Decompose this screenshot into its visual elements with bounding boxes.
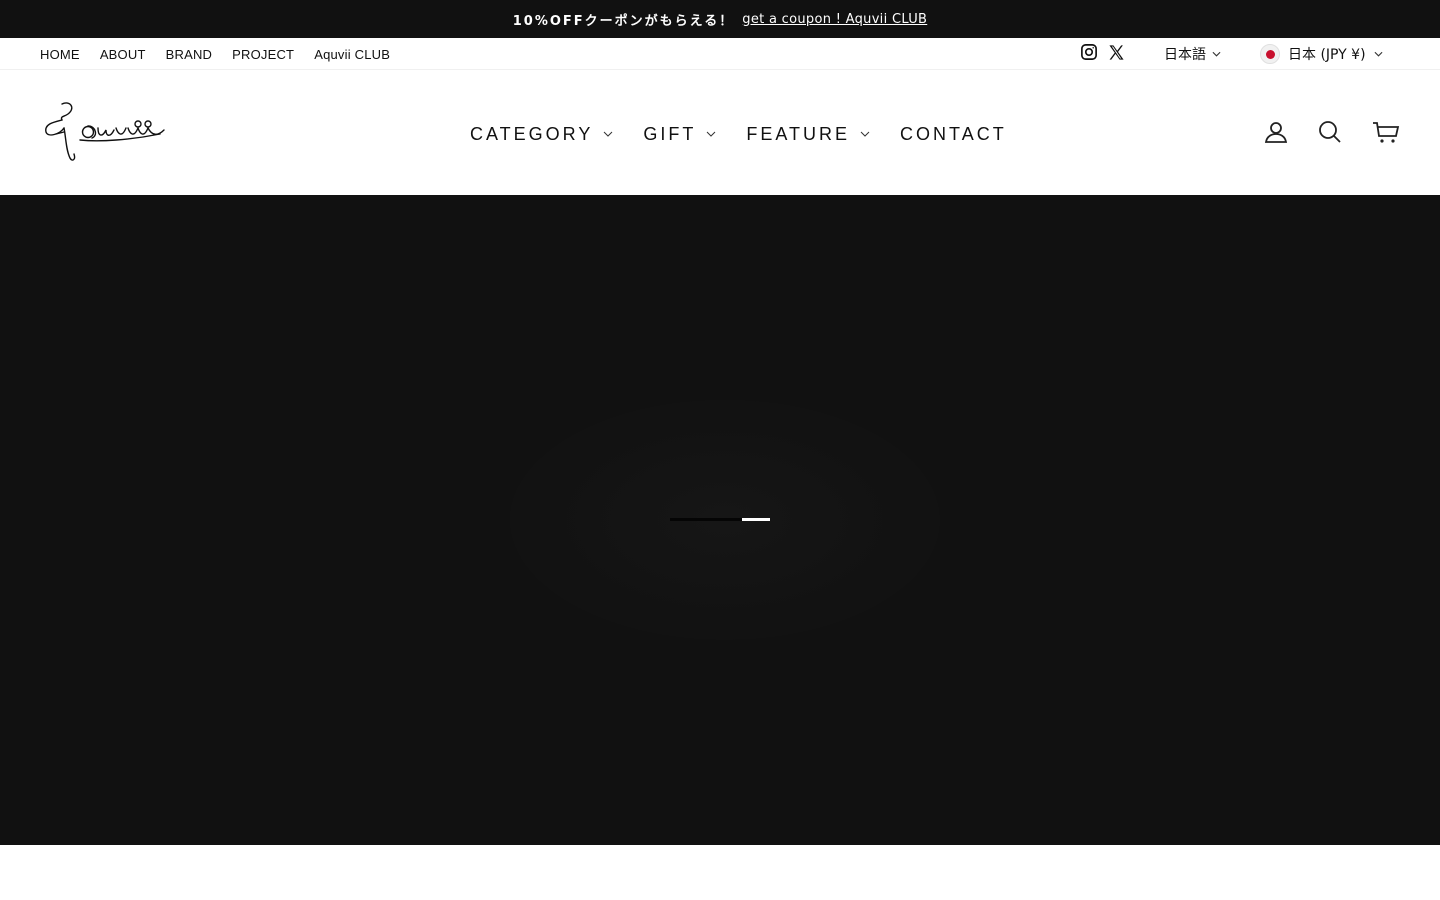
utility-link-home[interactable]: HOME <box>40 47 80 62</box>
loading-bar <box>742 518 770 521</box>
loading-indicator <box>670 518 770 521</box>
chevron-down-icon <box>604 131 613 137</box>
nav-gift-label: GIFT <box>643 123 697 144</box>
utility-link-aquvii-club[interactable]: Aquvii CLUB <box>314 47 390 62</box>
nav-contact[interactable]: CONTACT <box>900 124 1007 145</box>
currency-label: 日本 (JPY ¥) <box>1288 47 1366 63</box>
announcement-bar: 10%OFFクーポンがもらえる！ get a coupon ! Aquvii C… <box>0 0 1440 38</box>
cart-icon <box>1373 122 1400 143</box>
site-header: CATEGORY GIFT FEATURE CONTACT <box>0 70 1440 195</box>
below-hero-area <box>0 845 1440 900</box>
loading-track <box>670 518 742 521</box>
utility-nav: HOME ABOUT BRAND PROJECT Aquvii CLUB 日本語… <box>0 38 1440 70</box>
language-label: 日本語 <box>1164 47 1206 63</box>
social-links <box>1080 44 1125 64</box>
coupon-link[interactable]: get a coupon ! Aquvii CLUB <box>742 12 927 27</box>
x-icon[interactable] <box>1108 44 1125 65</box>
chevron-down-icon <box>1212 51 1221 57</box>
chevron-down-icon <box>860 131 870 137</box>
chevron-down-icon <box>1374 51 1383 57</box>
cart-button[interactable] <box>1372 120 1400 148</box>
utility-links: HOME ABOUT BRAND PROJECT Aquvii CLUB <box>40 38 390 70</box>
currency-selector[interactable]: 日本 (JPY ¥) <box>1260 38 1383 70</box>
announcement-promo-text: 10%OFFクーポンがもらえる！ <box>512 13 735 29</box>
utility-link-brand[interactable]: BRAND <box>166 47 213 62</box>
nav-feature-label: FEATURE <box>746 123 851 144</box>
nav-feature[interactable]: FEATURE <box>746 124 870 145</box>
search-button[interactable] <box>1318 120 1342 148</box>
aquvii-logo[interactable] <box>40 98 170 166</box>
nav-contact-label: CONTACT <box>900 123 1007 144</box>
nav-category[interactable]: CATEGORY <box>470 124 613 145</box>
main-nav: CATEGORY GIFT FEATURE CONTACT <box>470 120 1007 148</box>
account-button[interactable] <box>1264 120 1288 148</box>
chevron-down-icon <box>707 131 716 137</box>
nav-category-label: CATEGORY <box>470 123 594 144</box>
utility-link-project[interactable]: PROJECT <box>232 47 294 62</box>
japan-flag-icon <box>1260 44 1280 64</box>
hero-section <box>0 195 1440 845</box>
header-icons <box>1264 120 1400 148</box>
user-icon <box>1264 122 1288 143</box>
language-selector[interactable]: 日本語 <box>1164 38 1221 70</box>
instagram-icon[interactable] <box>1080 43 1098 65</box>
nav-gift[interactable]: GIFT <box>643 124 716 145</box>
utility-link-about[interactable]: ABOUT <box>100 47 146 62</box>
search-icon <box>1319 121 1341 143</box>
